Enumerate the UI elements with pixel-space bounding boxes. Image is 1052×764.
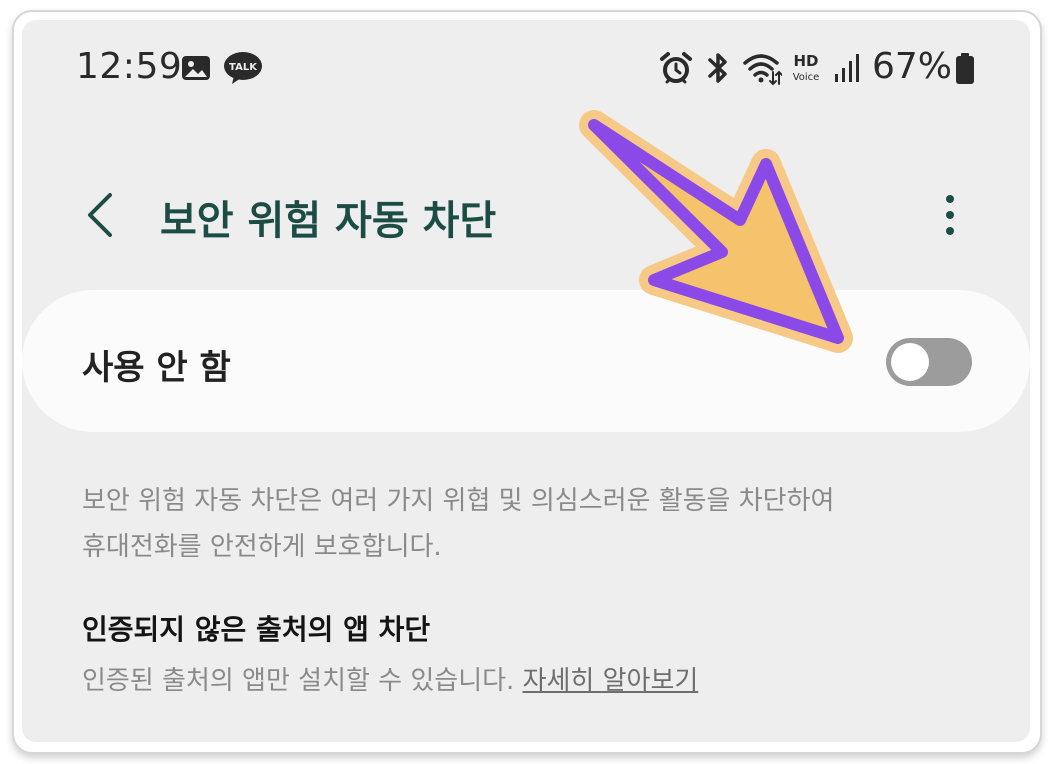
- hd-voice-icon: HD Voice: [793, 52, 820, 83]
- talk-badge-text: TALK: [229, 62, 258, 73]
- unverified-apps-setting-title[interactable]: 인증되지 않은 출처의 앱 차단: [82, 608, 430, 648]
- gallery-icon: [182, 56, 210, 80]
- battery-percent: 67%: [872, 46, 953, 87]
- chevron-left-icon: [88, 193, 112, 237]
- bluetooth-icon: [708, 53, 727, 83]
- back-button[interactable]: [80, 190, 120, 240]
- learn-more-link[interactable]: 자세히 알아보기: [523, 666, 699, 696]
- page-title: 보안 위험 자동 차단: [160, 198, 497, 244]
- status-time: 12:59: [76, 46, 183, 87]
- signal-icon: [835, 54, 859, 82]
- unverified-apps-setting-summary: 인증된 출처의 앱만 설치할 수 있습니다. 자세히 알아보기: [82, 660, 698, 697]
- description-line-1: 보안 위험 자동 차단은 여러 가지 위협 및 의심스러운 활동을 차단하여: [82, 486, 835, 516]
- wifi-icon: [743, 54, 782, 86]
- voice-label: Voice: [793, 72, 820, 83]
- hd-label: HD: [793, 52, 818, 70]
- battery-icon: [956, 53, 974, 84]
- toggle-knob: [891, 343, 929, 381]
- master-switch-row[interactable]: 사용 안 함: [22, 290, 1030, 432]
- more-vertical-icon: [946, 195, 954, 235]
- phone-screen: 12:59 TALK HD Voice 67% 보안 위험 자동 차단 사용 안…: [22, 20, 1030, 742]
- feature-description: 보안 위험 자동 차단은 여러 가지 위협 및 의심스러운 활동을 차단하여 휴…: [82, 478, 982, 570]
- description-line-2: 휴대전화를 안전하게 보호합니다.: [82, 532, 442, 562]
- more-options-button[interactable]: [938, 192, 962, 238]
- summary-text: 인증된 출처의 앱만 설치할 수 있습니다.: [82, 666, 515, 696]
- alarm-icon: [660, 52, 692, 84]
- status-bar: 12:59 TALK HD Voice 67%: [22, 20, 1030, 116]
- master-toggle-switch[interactable]: [886, 338, 972, 386]
- kakaotalk-icon: TALK: [224, 52, 262, 84]
- master-switch-label: 사용 안 함: [82, 348, 231, 388]
